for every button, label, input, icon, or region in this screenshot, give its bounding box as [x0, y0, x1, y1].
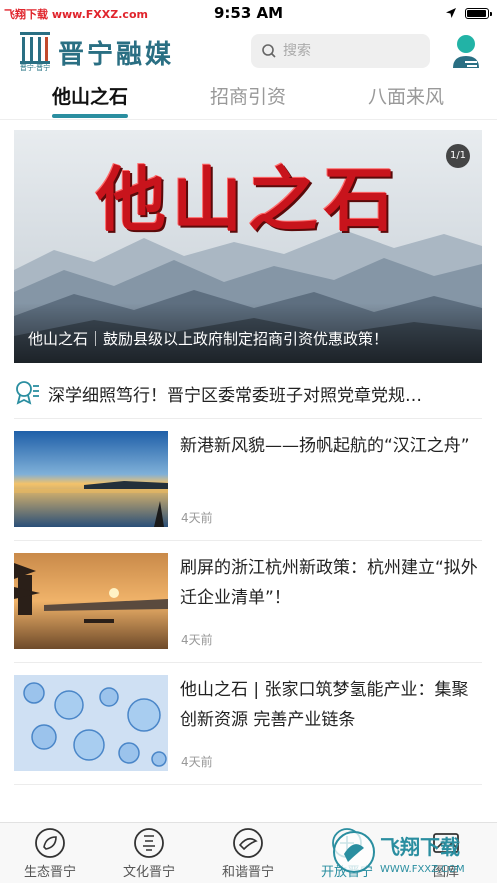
news-time: 4天前	[181, 633, 213, 647]
brand-name: 晋宁融媒	[58, 40, 175, 70]
news-time: 4天前	[181, 511, 213, 525]
divider	[14, 662, 482, 663]
status-icons	[445, 7, 492, 19]
nav-item-shengtai[interactable]: 生态晋宁	[5, 827, 95, 880]
watermark-line1: 飞翔下载	[380, 835, 460, 859]
tab-zhaoshangyinzi[interactable]: 招商引资	[183, 82, 313, 109]
search-icon	[262, 44, 276, 58]
news-thumbnail-pavilion	[14, 553, 168, 649]
active-tab-indicator	[52, 114, 128, 118]
news-title: 新港新风貌——扬帆起航的“汉江之舟”	[180, 436, 470, 456]
nav-label: 和谐晋宁	[221, 865, 274, 880]
divider	[14, 784, 482, 785]
location-arrow-icon	[446, 8, 456, 18]
battery-fill	[467, 9, 486, 17]
banner-carousel[interactable]: 他山之石 1/1 他山之石｜鼓励县级以上政府制定招商引资优惠政策！	[14, 130, 482, 363]
status-time: 9:53 AM	[213, 4, 284, 22]
news-title: 他山之石 | 张家口筑梦氢能产业：集聚创新资源 完善产业链条	[180, 680, 469, 730]
harmony-circle-icon	[233, 828, 263, 858]
divider	[14, 418, 482, 419]
news-title: 刷屏的浙江杭州新政策：杭州建立“拟外迁企业清单”！	[180, 558, 478, 608]
nav-label: 生态晋宁	[23, 865, 76, 880]
user-profile-icon[interactable]	[449, 32, 483, 70]
tab-bamianlaifeng[interactable]: 八面来风	[341, 82, 471, 109]
news-time: 4天前	[181, 755, 213, 769]
news-item[interactable]: 新港新风貌——扬帆起航的“汉江之舟” 4天前	[14, 431, 482, 531]
tab-tashanzhishi[interactable]: 他山之石	[25, 82, 155, 109]
banner-caption: 他山之石｜鼓励县级以上政府制定招商引资优惠政策！	[28, 330, 389, 348]
headline-row[interactable]: 深学细照笃行！晋宁区委常委班子对照党章党规…	[14, 372, 482, 414]
divider	[14, 540, 482, 541]
banner-page-indicator: 1/1	[446, 144, 470, 168]
logo-subtitle: 晋宁·晋宁	[19, 64, 51, 72]
category-tabs: 他山之石 招商引资 八面来风	[0, 76, 497, 120]
status-bar: 飞翔下载 www.FXXZ.com 9:53 AM	[0, 0, 497, 26]
search-box[interactable]	[251, 34, 430, 68]
watermark-line2: WWW.FXXZ.COM	[380, 864, 465, 875]
headline-text: 深学细照笃行！晋宁区委常委班子对照党章党规…	[48, 385, 422, 406]
news-item[interactable]: 刷屏的浙江杭州新政策：杭州建立“拟外迁企业清单”！ 4天前	[14, 553, 482, 653]
banner-art-title: 他山之石	[96, 158, 400, 241]
culture-circle-icon	[134, 828, 164, 858]
battery-icon	[465, 7, 492, 19]
nav-item-wenhua[interactable]: 文化晋宁	[104, 827, 194, 880]
watermark-logo: 飞翔下载 WWW.FXXZ.COM	[333, 831, 465, 875]
news-thumbnail-lake	[14, 431, 168, 527]
leaf-circle-icon	[35, 828, 65, 858]
news-thumbnail-bubbles	[14, 675, 168, 771]
news-item[interactable]: 他山之石 | 张家口筑梦氢能产业：集聚创新资源 完善产业链条 4天前	[14, 675, 482, 775]
nav-item-hexie[interactable]: 和谐晋宁	[203, 827, 293, 880]
app-header: 晋宁·晋宁 晋宁融媒	[0, 26, 497, 76]
ribbon-badge-icon	[16, 381, 39, 405]
nav-label: 文化晋宁	[122, 865, 175, 880]
search-input[interactable]	[283, 43, 423, 59]
